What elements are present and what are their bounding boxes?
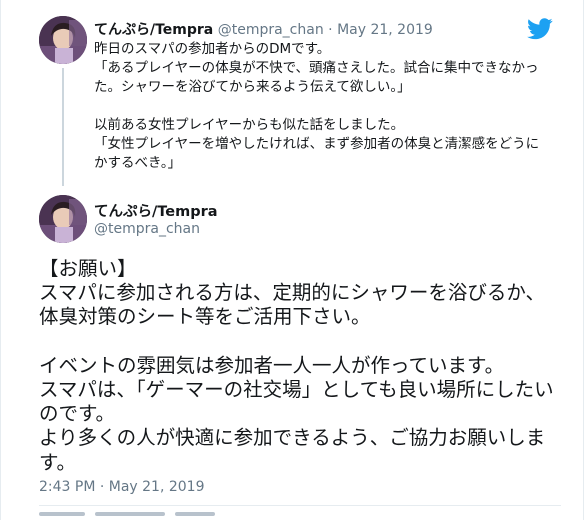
avatar[interactable] — [39, 16, 87, 64]
tweet-timestamp[interactable]: 2:43 PM · May 21, 2019 — [39, 479, 205, 495]
twitter-bird-icon[interactable] — [527, 18, 553, 40]
avatar[interactable] — [39, 195, 87, 243]
handle[interactable]: @tempra_chan — [94, 221, 200, 237]
display-name[interactable]: てんぷら/Tempra — [94, 200, 218, 221]
avatar-image — [39, 195, 87, 243]
divider — [39, 505, 561, 506]
parent-tweet-text: 昨日のスマパの参加者からのDMです。 「あるプレイヤーの体臭が不快で、頭痛さえし… — [94, 41, 540, 171]
avatar-image — [39, 16, 87, 64]
handle[interactable]: @tempra_chan — [218, 22, 324, 38]
tweet-card: てんぷら/Tempra @tempra_chan · May 21, 2019 … — [0, 0, 584, 520]
thread-connector-line — [62, 68, 64, 186]
main-tweet-text: 【お願い】 スマパに参加される方は、定期的にシャワーを浴びるか、体臭対策のシート… — [39, 257, 554, 474]
tweet-date[interactable]: May 21, 2019 — [337, 22, 433, 38]
meta-separator: · — [328, 22, 333, 38]
cropped-stats-row — [39, 512, 339, 520]
display-name[interactable]: てんぷら/Tempra — [94, 22, 213, 38]
parent-tweet-header: てんぷら/Tempra @tempra_chan · May 21, 2019 — [94, 19, 433, 39]
parent-tweet[interactable]: てんぷら/Tempra @tempra_chan · May 21, 2019 … — [1, 0, 584, 190]
